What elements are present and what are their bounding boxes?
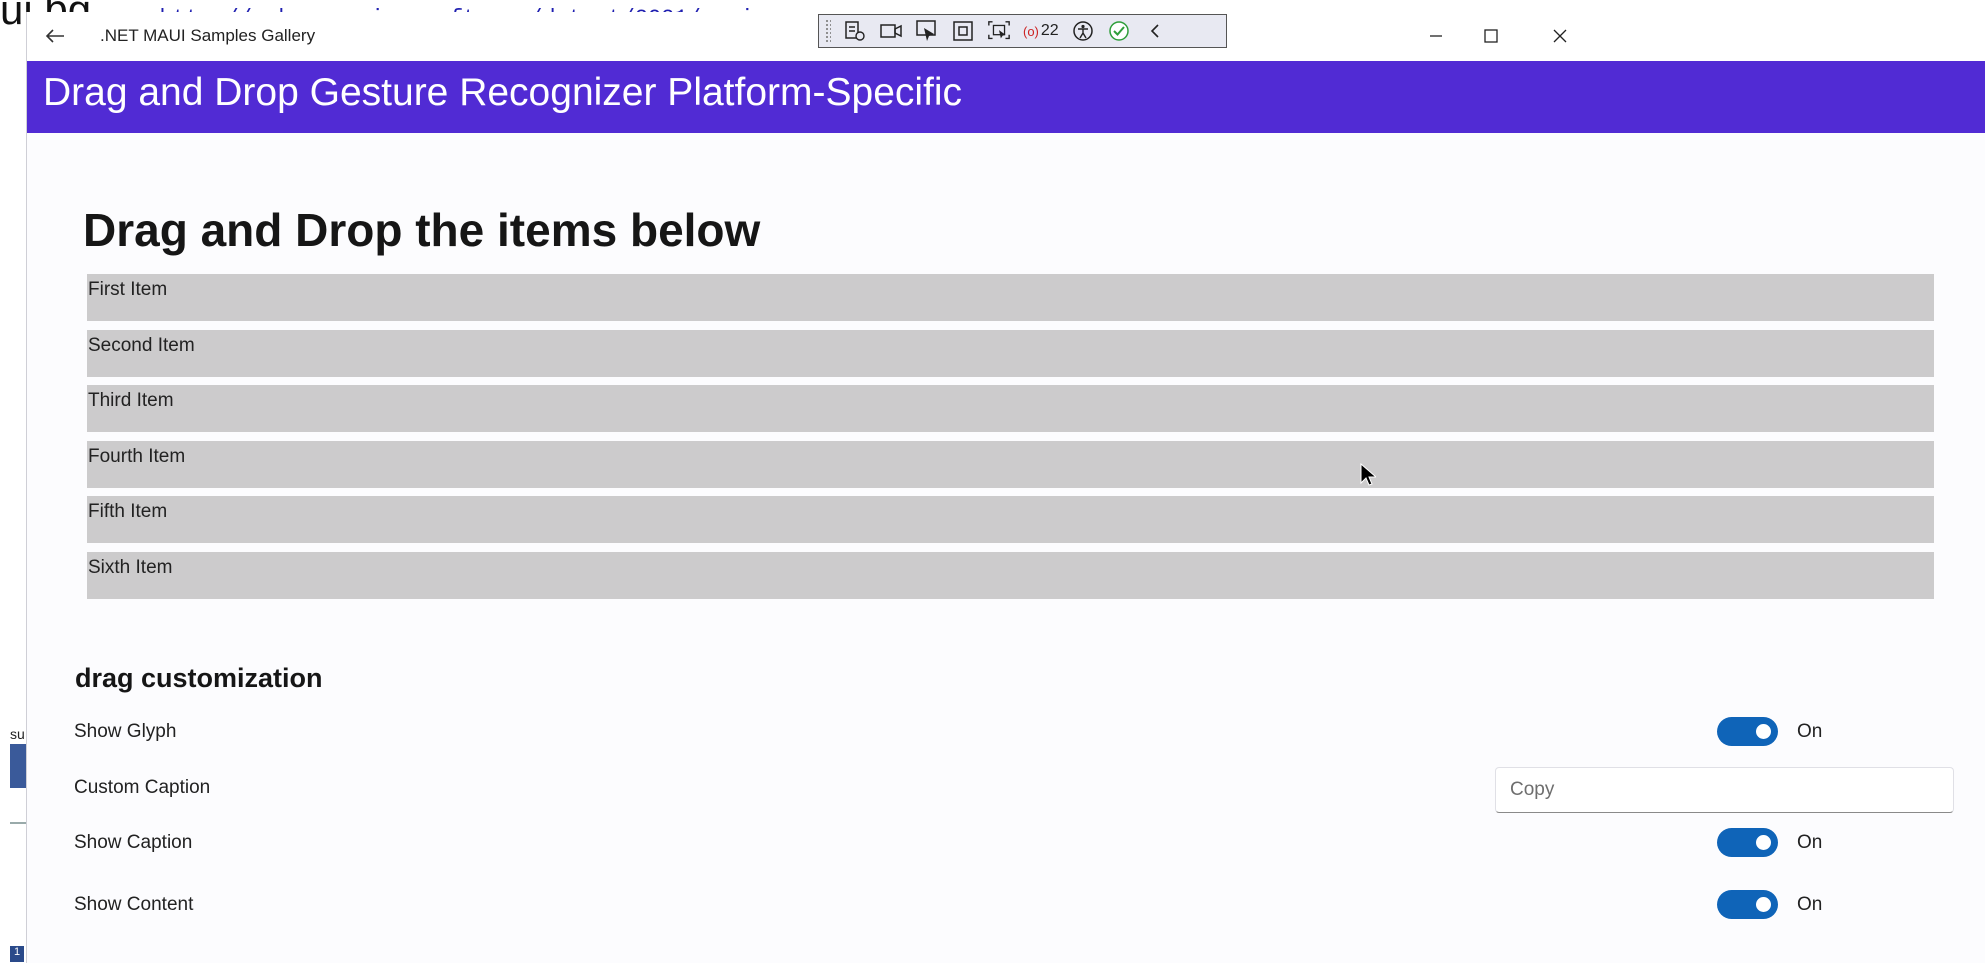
drag-item-label: Sixth Item — [88, 557, 173, 578]
toggle-knob — [1756, 724, 1771, 739]
drag-item-label: Fifth Item — [88, 501, 168, 522]
toggle-knob — [1756, 897, 1771, 912]
ide-left-panel-text: su — [10, 726, 25, 742]
toolbar-grip[interactable] — [825, 19, 831, 43]
show-content-state: On — [1797, 894, 1823, 915]
drag-item-sixth[interactable]: Sixth Item — [87, 552, 1934, 599]
page-header: Drag and Drop Gesture Recognizer Platfor… — [27, 61, 1985, 133]
minimize-icon — [1430, 35, 1442, 37]
ide-left-panel: su 1 — [0, 722, 26, 962]
back-arrow-icon — [45, 29, 64, 43]
show-caption-label: Show Caption — [74, 832, 193, 853]
drag-item-label: First Item — [88, 279, 168, 300]
maximize-button[interactable] — [1468, 20, 1514, 52]
drag-item-label: Second Item — [88, 335, 195, 356]
page-title: Drag and Drop Gesture Recognizer Platfor… — [43, 71, 963, 114]
show-content-toggle[interactable] — [1717, 890, 1778, 919]
app-window: .NET MAUI Samples Gallery (o) 22 Drag an… — [26, 12, 1985, 963]
display-layout-adorners-icon[interactable] — [951, 19, 975, 43]
page-content: Drag and Drop the items below First Item… — [27, 133, 1985, 963]
live-visual-tree-icon[interactable] — [843, 19, 867, 43]
show-glyph-label: Show Glyph — [74, 721, 177, 742]
section-title: Drag and Drop the items below — [83, 204, 761, 256]
show-glyph-toggle[interactable] — [1717, 717, 1778, 746]
back-button[interactable] — [41, 22, 69, 50]
hot-reload-status-icon[interactable] — [1107, 19, 1131, 43]
show-content-label: Show Content — [74, 894, 194, 915]
title-bar: .NET MAUI Samples Gallery (o) 22 — [27, 12, 1985, 61]
track-focus-icon[interactable] — [987, 19, 1011, 43]
show-glyph-state: On — [1797, 721, 1823, 742]
binding-failures-indicator[interactable]: (o) 22 — [1023, 22, 1059, 40]
collapse-toolbar-icon[interactable] — [1143, 19, 1167, 43]
ide-left-panel-bar — [10, 744, 26, 788]
drag-item-fifth[interactable]: Fifth Item — [87, 496, 1934, 543]
ide-left-panel-number: 1 — [10, 946, 24, 962]
record-icon[interactable] — [879, 19, 903, 43]
customization-title: drag customization — [75, 663, 323, 693]
custom-caption-input[interactable] — [1495, 767, 1954, 813]
mouse-pointer-icon — [1360, 463, 1376, 486]
show-caption-state: On — [1797, 832, 1823, 853]
drag-item-third[interactable]: Third Item — [87, 385, 1934, 432]
maximize-icon — [1484, 29, 1498, 43]
binding-failures-count: 22 — [1040, 22, 1059, 39]
minimize-button[interactable] — [1413, 20, 1459, 52]
window-title: .NET MAUI Samples Gallery — [100, 26, 316, 45]
close-icon — [1553, 29, 1567, 43]
drag-item-fourth[interactable]: Fourth Item — [87, 441, 1934, 488]
drag-item-second[interactable]: Second Item — [87, 330, 1934, 377]
drag-item-label: Fourth Item — [88, 446, 186, 467]
xaml-debug-toolbar: (o) 22 — [818, 14, 1227, 48]
show-caption-toggle[interactable] — [1717, 828, 1778, 857]
close-button[interactable] — [1537, 20, 1583, 52]
drag-item-first[interactable]: First Item — [87, 274, 1934, 321]
binding-failures-icon: (o) — [1023, 23, 1039, 39]
select-element-icon[interactable] — [915, 19, 939, 43]
custom-caption-label: Custom Caption — [74, 777, 211, 798]
drag-item-label: Third Item — [88, 390, 174, 411]
toggle-knob — [1756, 835, 1771, 850]
accessibility-checker-icon[interactable] — [1071, 19, 1095, 43]
ide-left-panel-divider — [10, 822, 26, 824]
